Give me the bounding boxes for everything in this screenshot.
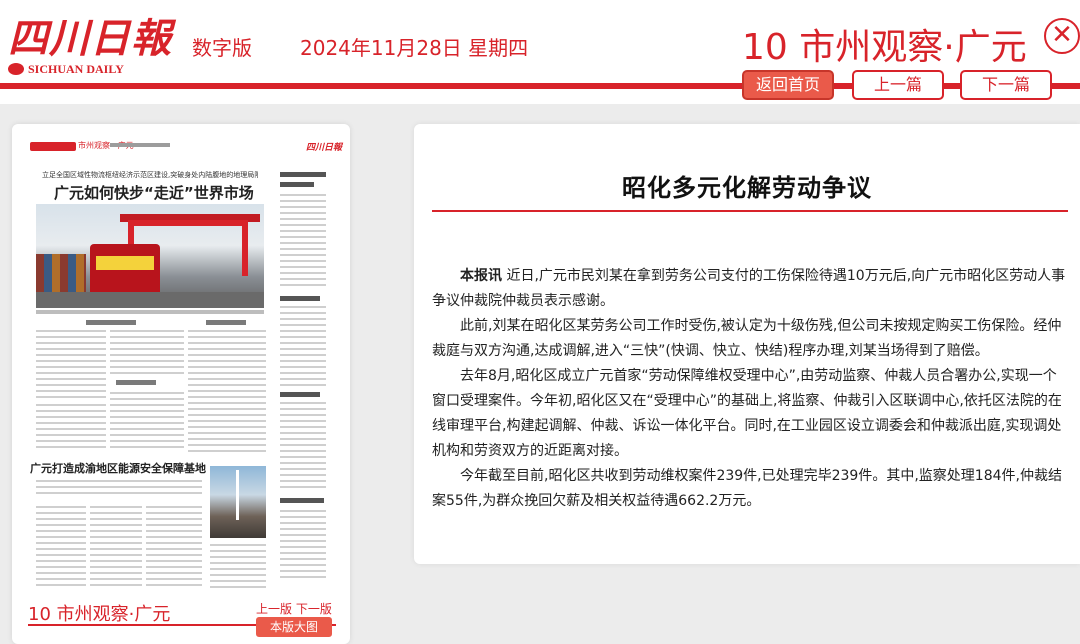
close-icon[interactable]: ✕: [1044, 18, 1080, 54]
side-column-head: [280, 182, 314, 187]
logo-emblem-icon: [8, 63, 24, 75]
article-title-divider: [432, 210, 1068, 212]
text-column: [90, 506, 142, 590]
text-column: [188, 330, 266, 452]
thumbnail-headline-block[interactable]: 立足全国区域性物流枢纽经济示范区建设,突破身处内陆腹地的地理局限 广元如何快步“…: [30, 162, 270, 202]
text-column: [110, 392, 184, 452]
side-column-head: [280, 392, 320, 397]
photo-pole: [236, 470, 239, 520]
column-subhead: [206, 320, 246, 325]
page-large-image-button[interactable]: 本版大图: [256, 617, 332, 637]
logo-chinese-text: 四川日報: [8, 15, 172, 62]
article-paragraph: 今年截至目前,昭化区共收到劳动维权案件239件,已处理完毕239件。其中,监察处…: [432, 468, 1062, 509]
side-column-head: [280, 498, 324, 503]
column-subhead: [116, 380, 156, 385]
thumbnail-second-headline: 广元打造成渝地区能源安全保障基地: [30, 462, 206, 475]
train-banner: [96, 256, 154, 270]
page-pager: 上一版 下一版: [256, 600, 332, 617]
site-header: 四川日報 SICHUAN DAILY 数字版 2024年11月28日 星期四 1…: [0, 0, 1080, 104]
text-column: [36, 506, 86, 590]
thumbnail-masthead: 市州观察 · 广元 四川日報: [30, 140, 342, 154]
rail-ground: [36, 292, 264, 308]
column-subhead: [86, 320, 136, 325]
article-title: 昭化多元化解劳动争议: [622, 174, 872, 202]
side-column-head: [280, 296, 320, 301]
text-column: [36, 480, 202, 498]
back-home-button[interactable]: 返回首页: [742, 70, 834, 100]
text-column: [210, 544, 266, 590]
logo-english-text: SICHUAN DAILY: [28, 62, 124, 76]
issue-date: 2024年11月28日 星期四: [300, 36, 529, 60]
thumbnail-brand: 四川日報: [305, 143, 342, 153]
thumbnail-section-tag: [30, 142, 76, 151]
thumbnail-page-title: 10 市州观察·广元: [28, 604, 171, 625]
article-lead-label: 本报讯: [460, 268, 502, 284]
article-paragraph: 去年8月,昭化区成立广元首家“劳动保障维权受理中心”,由劳动监察、仲裁人员合署办…: [432, 368, 1062, 459]
thumbnail-hero-photo: [36, 204, 264, 308]
hero-caption-line: [36, 310, 264, 314]
previous-article-button[interactable]: 上一篇: [852, 70, 944, 100]
side-text-column: [280, 402, 326, 492]
thumbnail-date-line: [110, 143, 170, 147]
side-text-column: [280, 194, 326, 290]
text-column: [110, 330, 184, 374]
article-paragraph: 本报讯 近日,广元市民刘某在拿到劳务公司支付的工伤保险待遇10万元后,向广元市昭…: [432, 264, 1068, 314]
next-article-button[interactable]: 下一篇: [960, 70, 1052, 100]
side-text-column: [280, 306, 326, 386]
article-paragraph: 此前,刘某在昭化区某劳务公司工作时受伤,被认定为十级伤残,但公司未按规定购买工伤…: [432, 318, 1062, 359]
thumbnail-headline: 广元如何快步“走近”世界市场: [54, 184, 254, 202]
article-panel: 昭化多元化解劳动争议 本报讯 近日,广元市民刘某在拿到劳务公司支付的工伤保险待遇…: [414, 124, 1080, 564]
side-text-column: [280, 510, 326, 580]
container-stack: [36, 254, 86, 294]
next-page-link[interactable]: 下一版: [296, 602, 332, 616]
edition-label: 数字版: [192, 36, 252, 60]
thumbnail-kicker: 立足全国区域性物流枢纽经济示范区建设,突破身处内陆腹地的地理局限: [42, 171, 258, 179]
article-body: 本报讯 近日,广元市民刘某在拿到劳务公司支付的工伤保险待遇10万元后,向广元市昭…: [432, 264, 1068, 514]
text-column: [146, 506, 202, 590]
previous-page-link[interactable]: 上一版: [256, 602, 292, 616]
text-column: [36, 404, 106, 452]
sichuan-daily-logo[interactable]: 四川日報 SICHUAN DAILY: [8, 6, 178, 80]
side-column-head: [280, 172, 326, 177]
text-column: [36, 330, 106, 400]
article-paragraph-text: 近日,广元市民刘某在拿到劳务公司支付的工伤保险待遇10万元后,向广元市昭化区劳动…: [432, 268, 1066, 309]
page-section-title: 10 市州观察·广元: [742, 27, 1027, 68]
